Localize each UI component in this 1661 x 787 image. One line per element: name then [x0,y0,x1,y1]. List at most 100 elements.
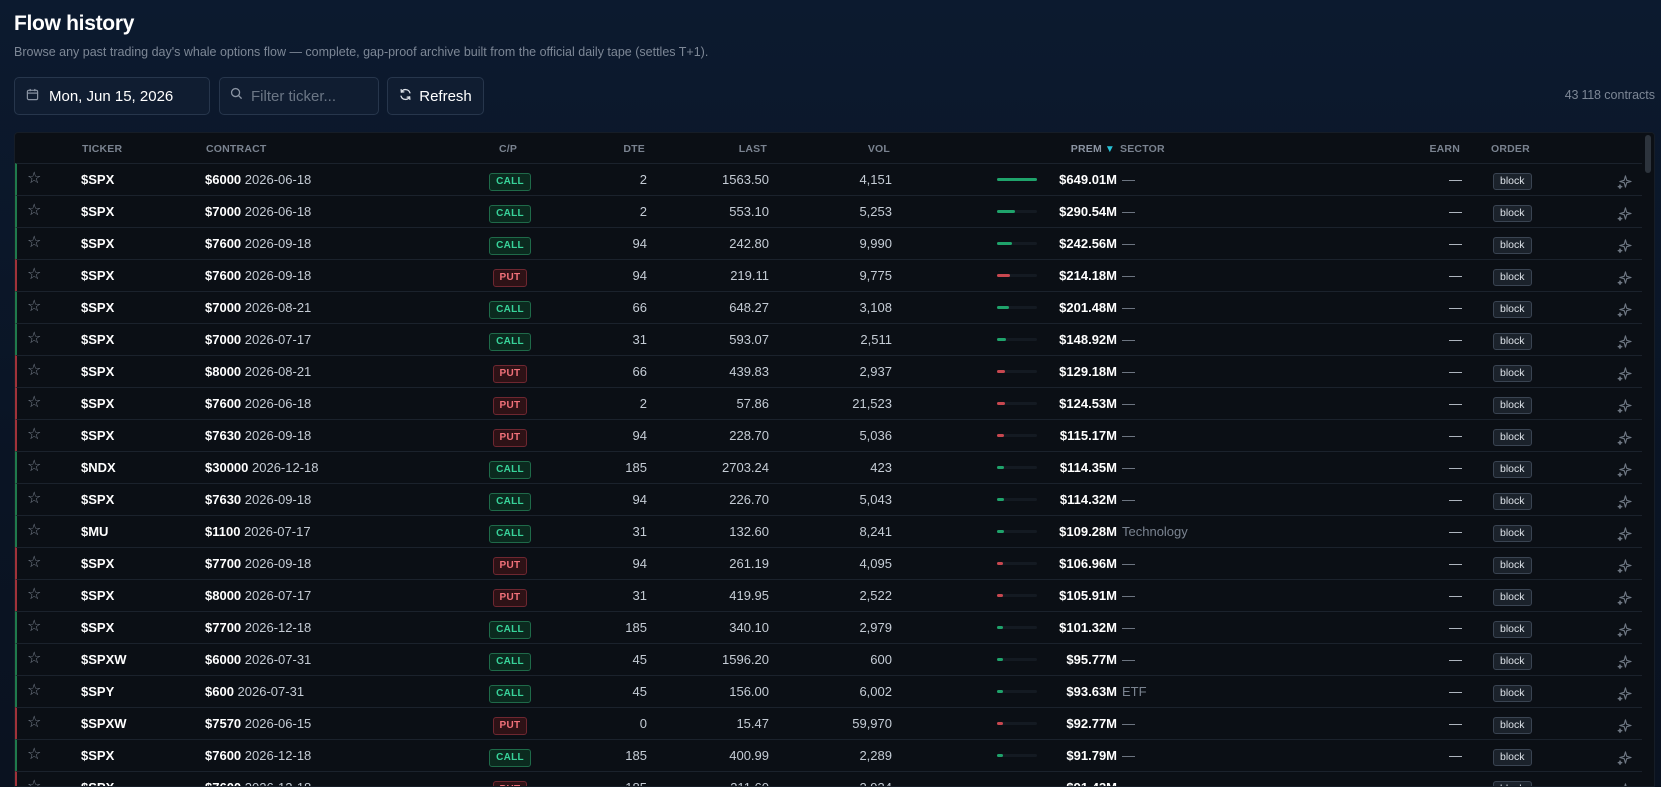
favorite-star-icon[interactable]: ☆ [27,484,45,516]
favorite-star-icon[interactable]: ☆ [27,580,45,612]
col-header-cp[interactable]: C/P [485,143,531,155]
favorite-star-icon[interactable]: ☆ [27,324,45,356]
col-header-contract[interactable]: CONTRACT [206,143,267,155]
table-row[interactable]: ☆ $SPX $8000 2026-08-21 PUT 66 439.83 2,937 $12… [15,355,1642,387]
favorite-star-icon[interactable]: ☆ [27,196,45,228]
table-row[interactable]: ☆ $SPX $7600 2026-09-18 CALL 94 242.80 9,990 $2… [15,227,1642,259]
col-header-last[interactable]: LAST [675,143,767,155]
row-ticker[interactable]: $SPX [81,580,114,612]
table-scrollbar[interactable] [1642,133,1654,786]
row-ticker[interactable]: $SPX [81,388,114,420]
row-ticker[interactable]: $SPX [81,420,114,452]
scrollbar-thumb[interactable] [1645,135,1651,173]
row-dte: 94 [632,268,647,283]
table-row[interactable]: ☆ $SPY $600 2026-07-31 CALL 45 156.00 6,002 $93… [15,675,1642,707]
favorite-star-icon[interactable]: ☆ [27,740,45,772]
row-prem: $148.92M [1059,332,1117,347]
sparkle-icon[interactable] [1617,388,1635,420]
row-ticker[interactable]: $SPX [81,260,114,292]
sparkle-icon[interactable] [1617,740,1635,772]
sparkle-icon[interactable] [1617,292,1635,324]
date-picker-button[interactable]: Mon, Jun 15, 2026 [14,77,210,115]
sparkle-icon[interactable] [1617,580,1635,612]
row-ticker[interactable]: $SPXW [81,708,127,740]
row-ticker[interactable]: $MU [81,516,108,548]
favorite-star-icon[interactable]: ☆ [27,548,45,580]
table-row[interactable]: ☆ $SPX $6000 2026-06-18 CALL 2 1563.50 4,151 $6… [15,163,1642,195]
col-header-vol[interactable]: VOL [795,143,890,155]
row-ticker[interactable]: $SPX [81,772,114,786]
table-row[interactable]: ☆ $SPX $7000 2026-08-21 CALL 66 648.27 3,108 $2… [15,291,1642,323]
row-ticker[interactable]: $NDX [81,452,116,484]
sparkle-icon[interactable] [1617,164,1635,196]
favorite-star-icon[interactable]: ☆ [27,388,45,420]
row-ticker[interactable]: $SPX [81,356,114,388]
table-row[interactable]: ☆ $SPX $7600 2026-06-18 PUT 2 57.86 21,523 $124… [15,387,1642,419]
sparkle-icon[interactable] [1617,452,1635,484]
refresh-button[interactable]: Refresh [387,77,484,115]
row-last: 228.70 [729,428,769,443]
favorite-star-icon[interactable]: ☆ [27,356,45,388]
table-row[interactable]: ☆ $SPXW $7570 2026-06-15 PUT 0 15.47 59,970 $92… [15,707,1642,739]
table-row[interactable]: ☆ $SPX $7700 2026-09-18 PUT 94 261.19 4,095 $10… [15,547,1642,579]
table-row[interactable]: ☆ $SPX $7000 2026-07-17 CALL 31 593.07 2,511 $1… [15,323,1642,355]
row-ticker[interactable]: $SPXW [81,644,127,676]
col-header-earn[interactable]: EARN [1415,143,1460,155]
row-earn: — [1449,460,1462,475]
table-row[interactable]: ☆ $SPX $7600 2026-09-18 PUT 94 219.11 9,775 $21… [15,259,1642,291]
row-ticker[interactable]: $SPX [81,292,114,324]
col-header-ticker[interactable]: TICKER [82,143,122,155]
favorite-star-icon[interactable]: ☆ [27,644,45,676]
favorite-star-icon[interactable]: ☆ [27,772,45,786]
row-ticker[interactable]: $SPX [81,228,114,260]
col-header-prem[interactable]: PREM ▼ [1015,143,1115,155]
table-row[interactable]: ☆ $SPX $8000 2026-07-17 PUT 31 419.95 2,522 $10… [15,579,1642,611]
favorite-star-icon[interactable]: ☆ [27,292,45,324]
table-row[interactable]: ☆ $SPX $7600 2026-12-18 PUT 185 311.60 2,934 $9… [15,771,1642,786]
sparkle-icon[interactable] [1617,516,1635,548]
col-header-dte[interactable]: DTE [575,143,645,155]
table-row[interactable]: ☆ $SPX $7600 2026-12-18 CALL 185 400.99 2,289 $… [15,739,1642,771]
table-row[interactable]: ☆ $SPX $7630 2026-09-18 CALL 94 226.70 5,043 $1… [15,483,1642,515]
favorite-star-icon[interactable]: ☆ [27,516,45,548]
sparkle-icon[interactable] [1617,612,1635,644]
row-ticker[interactable]: $SPX [81,740,114,772]
table-row[interactable]: ☆ $SPXW $6000 2026-07-31 CALL 45 1596.20 600 $9… [15,643,1642,675]
row-ticker[interactable]: $SPX [81,164,114,196]
sparkle-icon[interactable] [1617,772,1635,786]
sparkle-icon[interactable] [1617,708,1635,740]
sparkle-icon[interactable] [1617,420,1635,452]
sparkle-icon[interactable] [1617,196,1635,228]
favorite-star-icon[interactable]: ☆ [27,164,45,196]
sparkle-icon[interactable] [1617,260,1635,292]
table-row[interactable]: ☆ $SPX $7000 2026-06-18 CALL 2 553.10 5,253 $29… [15,195,1642,227]
favorite-star-icon[interactable]: ☆ [27,708,45,740]
table-row[interactable]: ☆ $NDX $30000 2026-12-18 CALL 185 2703.24 423 $… [15,451,1642,483]
sparkle-icon[interactable] [1617,676,1635,708]
sparkle-icon[interactable] [1617,324,1635,356]
favorite-star-icon[interactable]: ☆ [27,260,45,292]
sparkle-icon[interactable] [1617,644,1635,676]
favorite-star-icon[interactable]: ☆ [27,228,45,260]
col-header-order[interactable]: ORDER [1491,143,1530,155]
favorite-star-icon[interactable]: ☆ [27,612,45,644]
sparkle-icon[interactable] [1617,548,1635,580]
ticker-filter-input[interactable] [251,87,371,105]
col-header-sector[interactable]: SECTOR [1120,143,1165,155]
favorite-star-icon[interactable]: ☆ [27,676,45,708]
sparkle-icon[interactable] [1617,228,1635,260]
row-ticker[interactable]: $SPX [81,612,114,644]
row-ticker[interactable]: $SPX [81,484,114,516]
favorite-star-icon[interactable]: ☆ [27,452,45,484]
ticker-filter[interactable] [219,77,379,115]
table-row[interactable]: ☆ $SPX $7630 2026-09-18 PUT 94 228.70 5,036 $11… [15,419,1642,451]
sparkle-icon[interactable] [1617,356,1635,388]
sparkle-icon[interactable] [1617,484,1635,516]
row-ticker[interactable]: $SPX [81,196,114,228]
favorite-star-icon[interactable]: ☆ [27,420,45,452]
row-ticker[interactable]: $SPX [81,548,114,580]
row-ticker[interactable]: $SPY [81,676,114,708]
table-row[interactable]: ☆ $MU $1100 2026-07-17 CALL 31 132.60 8,241 $10… [15,515,1642,547]
row-ticker[interactable]: $SPX [81,324,114,356]
table-row[interactable]: ☆ $SPX $7700 2026-12-18 CALL 185 340.10 2,979 $… [15,611,1642,643]
